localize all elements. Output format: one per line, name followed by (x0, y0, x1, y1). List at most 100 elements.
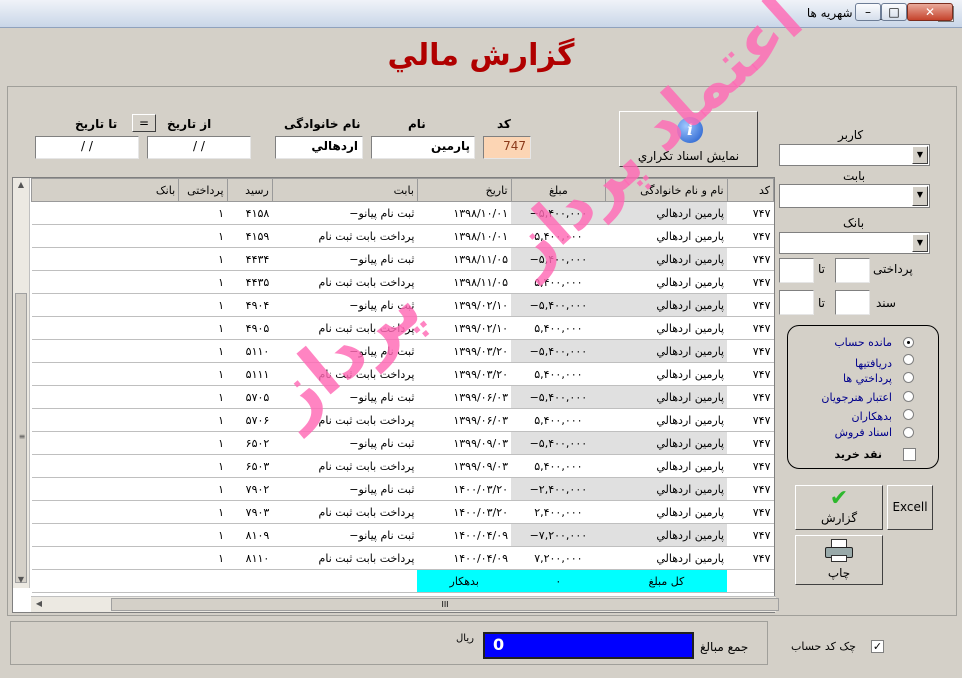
repeat-docs-label: نمايش اسناد تکراري (637, 149, 740, 163)
column-header-paid[interactable]: پرداختی (178, 178, 228, 202)
cell-date: ۱۳۹۹/۰۹/۰۳ (417, 454, 512, 478)
bank-combo[interactable]: ▼ (779, 232, 930, 254)
radio-label-student-credit[interactable]: اعتبار هنرجويان (821, 391, 892, 404)
payment-from-field[interactable] (835, 258, 870, 283)
check-code-checkbox[interactable]: ✓ (871, 640, 884, 653)
table-row[interactable]: ۱ ۵۷۰۵ ثبت نام پيانو− ۱۳۹۹/۰۶/۰۳ ۵,۴۰۰,۰۰۰− پ… (31, 385, 774, 409)
chevron-down-icon[interactable]: ▼ (912, 186, 928, 206)
radio-label-receipts[interactable]: دريافتيها (855, 357, 892, 370)
user-combo[interactable]: ▼ (779, 144, 930, 166)
cell-bank (31, 385, 179, 409)
radio-payments[interactable] (903, 372, 914, 383)
cell-code: ۷۴۷ (727, 500, 774, 524)
page-title: گزارش مالي (387, 38, 575, 73)
from-date-field[interactable]: / / (147, 136, 251, 159)
column-header-receipt[interactable]: رسيد (226, 178, 273, 202)
column-header-fullname[interactable]: نام و نام خانوادگی (605, 178, 728, 202)
radio-student-credit[interactable] (903, 391, 914, 402)
cell-bank (31, 316, 179, 340)
cell-bank (31, 454, 179, 478)
table-row[interactable]: ۱ ۴۱۵۸ ثبت نام پيانو− ۱۳۹۸/۱۰/۰۱ ۵,۴۰۰,۰۰۰− پ… (31, 201, 774, 225)
cell-bank (31, 247, 179, 271)
scroll-left-icon[interactable]: ◀ (31, 597, 47, 611)
radio-label-balance[interactable]: مانده حساب (834, 336, 892, 349)
doc-to-field[interactable] (779, 290, 814, 315)
column-header-amount[interactable]: مبلغ (510, 178, 607, 202)
table-row[interactable]: ۱ ۶۵۰۳ پرداخت بابت ثبت نام ۱۳۹۹/۰۹/۰۳ ۵,۴۰۰,… (31, 454, 774, 478)
radio-sales-docs[interactable] (903, 427, 914, 438)
cell-date: ۱۳۹۹/۰۶/۰۳ (417, 408, 512, 432)
cell-receipt: ۵۱۱۱ (227, 362, 273, 386)
table-row[interactable]: ۱ ۴۴۳۴ ثبت نام پيانو− ۱۳۹۸/۱۱/۰۵ ۵,۴۰۰,۰۰۰− پ… (31, 247, 774, 271)
scroll-up-icon[interactable]: ▲ (13, 178, 29, 192)
table-row[interactable]: ۱ ۶۵۰۲ ثبت نام پيانو− ۱۳۹۹/۰۹/۰۳ ۵,۴۰۰,۰۰۰− پ… (31, 431, 774, 455)
minimize-button[interactable]: – (855, 3, 881, 21)
column-header-bank[interactable]: بانک (30, 178, 180, 202)
data-grid[interactable]: ▲ ≡ ▼ بانک پرداختی رسيد بابت تاريخ مبلغ … (12, 177, 779, 613)
for-combo[interactable]: ▼ (779, 184, 930, 208)
table-row[interactable]: ۱ ۵۱۱۰ ثبت نام پيانو− ۱۳۹۹/۰۳/۲۰ ۵,۴۰۰,۰۰۰− پ… (31, 339, 774, 363)
report-button-label: گزارش (820, 511, 858, 525)
table-row[interactable]: ۱ ۷۹۰۲ ثبت نام پيانو− ۱۴۰۰/۰۳/۲۰ ۲,۴۰۰,۰۰۰− پ… (31, 477, 774, 501)
cell-amount: ۵,۴۰۰,۰۰۰− (511, 247, 606, 271)
total-cell-blank (272, 569, 418, 593)
cell-paid: ۱ (178, 477, 228, 501)
report-type-group: مانده حساب دريافتيها پرداختي ها اعتبار ه… (787, 325, 939, 469)
name-field[interactable]: پارمين (371, 136, 475, 159)
cell-date: ۱۳۹۹/۰۳/۲۰ (417, 362, 512, 386)
table-row[interactable]: ۱ ۷۹۰۳ پرداخت بابت ثبت نام ۱۴۰۰/۰۳/۲۰ ۲,۴۰۰,… (31, 500, 774, 524)
table-row[interactable]: ۱ ۴۴۳۵ پرداخت بابت ثبت نام ۱۳۹۸/۱۱/۰۵ ۵,۴۰۰,… (31, 270, 774, 294)
table-row[interactable]: ۱ ۴۱۵۹ پرداخت بابت ثبت نام ۱۳۹۸/۱۰/۰۱ ۵,۴۰۰,… (31, 224, 774, 248)
cell-fullname: پارمين اردهالي (605, 270, 728, 294)
cash-only-checkbox[interactable] (903, 448, 916, 461)
family-field[interactable]: اردهالي (275, 136, 363, 159)
print-button[interactable]: چاپ (795, 535, 883, 585)
table-row[interactable]: ۱ ۵۷۰۶ پرداخت بابت ثبت نام ۱۳۹۹/۰۶/۰۳ ۵,۴۰۰,… (31, 408, 774, 432)
maximize-button[interactable]: □ (881, 3, 907, 21)
chevron-down-icon[interactable]: ▼ (912, 234, 928, 252)
radio-label-sales-docs[interactable]: اسناد فروش (835, 426, 892, 439)
table-row[interactable]: ۱ ۴۹۰۵ پرداخت بابت ثبت نام ۱۳۹۹/۰۲/۱۰ ۵,۴۰۰,… (31, 316, 774, 340)
cell-receipt: ۴۱۵۹ (227, 224, 273, 248)
cell-code: ۷۴۷ (727, 316, 774, 340)
cell-amount: ۵,۴۰۰,۰۰۰− (511, 431, 606, 455)
cell-date: ۱۳۹۸/۱۰/۰۱ (417, 224, 512, 248)
radio-label-payments[interactable]: پرداختي ها (843, 372, 892, 385)
cell-fullname: پارمين اردهالي (605, 224, 728, 248)
doc-from-field[interactable] (835, 290, 870, 315)
repeat-docs-button[interactable]: i نمايش اسناد تکراري (619, 111, 758, 167)
table-row[interactable]: ۱ ۵۱۱۱ پرداخت بابت ثبت نام ۱۳۹۹/۰۳/۲۰ ۵,۴۰۰,… (31, 362, 774, 386)
radio-debtors[interactable] (903, 409, 914, 420)
cell-fullname: پارمين اردهالي (605, 293, 728, 317)
equals-button[interactable]: = (132, 114, 156, 132)
close-button[interactable]: ✕ (907, 3, 953, 21)
report-button[interactable]: ✔ گزارش (795, 485, 883, 530)
vertical-scrollbar[interactable]: ▲ ≡ ▼ (13, 178, 30, 588)
scroll-down-icon[interactable]: ▼ (13, 573, 29, 587)
column-header-date[interactable]: تاريخ (416, 178, 512, 202)
radio-label-debtors[interactable]: بدهکاران (851, 410, 892, 423)
cell-for: ثبت نام پيانو− (272, 477, 418, 501)
hscroll-thumb[interactable]: III (111, 598, 779, 611)
column-header-for[interactable]: بابت (271, 178, 418, 202)
cell-receipt: ۴۴۳۵ (227, 270, 273, 294)
watermark-bottom-anchor (200, 300, 530, 310)
horizontal-scrollbar[interactable]: ◀ III (31, 596, 779, 612)
table-row[interactable]: ۱ ۸۱۱۰ پرداخت بابت ثبت نام ۱۴۰۰/۰۴/۰۹ ۷,۲۰۰,… (31, 546, 774, 570)
excel-button[interactable]: Excell (887, 485, 933, 530)
cell-amount: ۵,۴۰۰,۰۰۰ (511, 362, 606, 386)
column-header-code[interactable]: کد (726, 178, 775, 202)
payment-to-field[interactable] (779, 258, 814, 283)
cell-fullname: پارمين اردهالي (605, 523, 728, 547)
total-cell-total-amount: ۰ (511, 569, 606, 593)
code-field[interactable]: 747 (483, 136, 531, 159)
cell-date: ۱۴۰۰/۰۳/۲۰ (417, 477, 512, 501)
chevron-down-icon[interactable]: ▼ (912, 146, 928, 164)
radio-balance[interactable] (903, 337, 914, 348)
radio-receipts[interactable] (903, 354, 914, 365)
table-row[interactable]: ۱ ۸۱۰۹ ثبت نام پيانو− ۱۴۰۰/۰۴/۰۹ ۷,۲۰۰,۰۰۰− پ… (31, 523, 774, 547)
transactions-table: بانک پرداختی رسيد بابت تاريخ مبلغ نام و … (30, 178, 775, 593)
cell-bank (31, 500, 179, 524)
to-date-field[interactable]: / / (35, 136, 139, 159)
total-cell-total-label: کل مبلغ (605, 569, 728, 593)
